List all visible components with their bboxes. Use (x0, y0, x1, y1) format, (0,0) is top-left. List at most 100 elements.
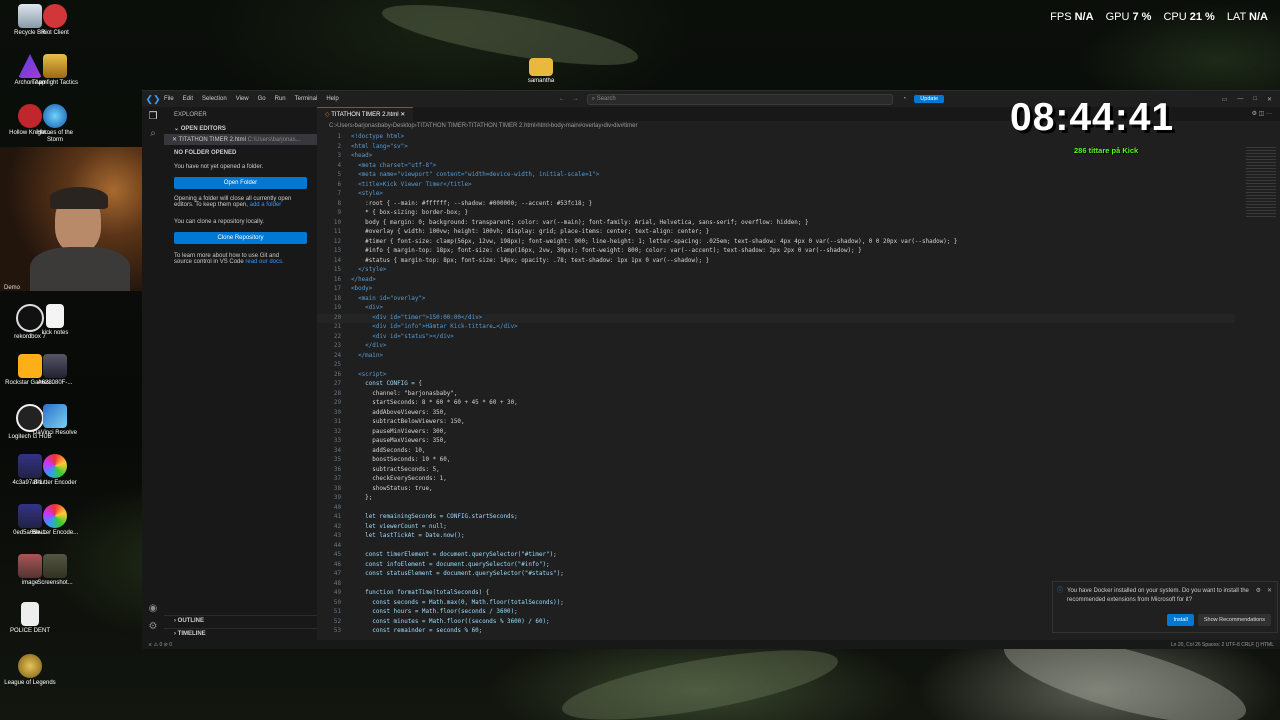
desktop-icon-riot-client[interactable]: Riot Client (29, 4, 81, 37)
editor-tab[interactable]: ◇ TITATHON TIMER 2.html ✕ (317, 107, 414, 121)
code-line[interactable]: 31 subtractBelowViewers: 150, (317, 418, 1235, 428)
code-line[interactable]: 22 <div id="status"></div> (317, 333, 1235, 343)
menu-help[interactable]: Help (326, 96, 338, 102)
search-view-icon[interactable]: ⌕ (142, 128, 164, 139)
menu-selection[interactable]: Selection (202, 96, 227, 102)
desktop-icon-police-dent[interactable]: POLICE DENT (4, 602, 56, 635)
code-line[interactable]: 19 <div> (317, 304, 1235, 314)
code-line[interactable]: 37 checkEverySeconds: 1, (317, 475, 1235, 485)
code-editor[interactable]: 1 <!doctype html> 2 <html lang="sv"> 3 <head>… (317, 133, 1235, 637)
code-line[interactable]: 43 let lastTickAt = Date.now(); (317, 532, 1235, 542)
code-line[interactable]: 33 pauseMaxViewers: 350, (317, 437, 1235, 447)
desktop-icon-screenshot[interactable]: Screenshot... (29, 554, 81, 587)
close-tab-icon[interactable]: ✕ (400, 112, 405, 118)
code-line[interactable]: 12 #timer { font-size: clamp(56px, 12vw,… (317, 238, 1235, 248)
clone-repository-button[interactable]: Clone Repository (174, 232, 307, 244)
code-line[interactable]: 17 <body> (317, 285, 1235, 295)
code-line[interactable]: 41 let remainingSeconds = CONFIG.startSe… (317, 513, 1235, 523)
explorer-icon[interactable]: ❐ (142, 111, 164, 122)
code-line[interactable]: 9 * { box-sizing: border-box; } (317, 209, 1235, 219)
desktop-icon-league[interactable]: League of Legends (4, 654, 56, 687)
code-line[interactable]: 32 pauseMinViewers: 300, (317, 428, 1235, 438)
code-line[interactable]: 26 <script> (317, 371, 1235, 381)
menu-go[interactable]: Go (258, 96, 266, 102)
breadcrumb-item[interactable]: div#timer (613, 123, 637, 129)
remote-icon[interactable]: ⨯ ⚠ 0 ⊘ 0 (148, 642, 172, 648)
desktop-icon-heroes-storm[interactable]: Heroes of the Storm (29, 104, 81, 144)
desktop-icon-davinci[interactable]: DaVinci Resolve (29, 404, 81, 437)
add-folder-link[interactable]: add a folder (250, 202, 282, 208)
notification-settings-icon[interactable]: ⚙ (1256, 587, 1261, 594)
code-line[interactable]: 11 #overlay { width: 100vw; height: 100v… (317, 228, 1235, 238)
copilot-icon[interactable]: ◔ (903, 96, 907, 102)
breadcrumb-item[interactable]: TITATHON TIMER 2.html (468, 123, 535, 129)
code-line[interactable]: 27 const CONFIG = { (317, 380, 1235, 390)
code-line[interactable]: 13 #info { margin-top: 18px; font-size: … (317, 247, 1235, 257)
code-line[interactable]: 18 <main id="overlay"> (317, 295, 1235, 305)
breadcrumb-item[interactable]: html (537, 123, 548, 129)
desktop-icon-kick-notes[interactable]: kick notes (29, 304, 81, 337)
menu-terminal[interactable]: Terminal (295, 96, 318, 102)
code-line[interactable]: 10 body { margin: 0; background: transpa… (317, 219, 1235, 229)
code-line[interactable]: 40 (317, 504, 1235, 514)
desktop-icon-tft[interactable]: Teamfight Tactics (29, 54, 81, 87)
code-line[interactable]: 21 <div id="info">Hämtar Kick-tittare…</… (317, 323, 1235, 333)
nav-back-icon[interactable]: ← (559, 96, 565, 102)
code-line[interactable]: 4 <meta charset="utf-8"> (317, 162, 1235, 172)
menu-file[interactable]: File (164, 96, 174, 102)
code-line[interactable]: 39 }; (317, 494, 1235, 504)
code-line[interactable]: 16 </head> (317, 276, 1235, 286)
code-line[interactable]: 29 startSeconds: 8 * 60 * 60 + 45 * 60 +… (317, 399, 1235, 409)
show-recommendations-button[interactable]: Show Recommendations (1197, 614, 1271, 626)
breadcrumb-item[interactable]: main#overlay (566, 123, 602, 129)
layout-toggle-icon[interactable]: ▭ (1222, 96, 1228, 103)
menu-edit[interactable]: Edit (183, 96, 193, 102)
desktop-icon-samantha[interactable]: samantha (515, 54, 567, 85)
code-line[interactable]: 15 </style> (317, 266, 1235, 276)
code-line[interactable]: 34 addSeconds: 10, (317, 447, 1235, 457)
maximize-icon[interactable]: □ (1253, 96, 1257, 103)
code-line[interactable]: 25 (317, 361, 1235, 371)
close-icon[interactable]: ✕ (172, 137, 177, 143)
breadcrumb-item[interactable]: barjonasbaby (355, 123, 391, 129)
open-editor-item[interactable]: ✕ TITATHON TIMER 2.html C:\Users\barjona… (164, 134, 317, 145)
close-icon[interactable]: ✕ (1267, 96, 1272, 103)
code-line[interactable]: 44 (317, 542, 1235, 552)
menu-view[interactable]: View (236, 96, 249, 102)
update-button[interactable]: Update (914, 95, 945, 103)
breadcrumb-item[interactable]: div (603, 123, 611, 129)
code-line[interactable]: 30 addAboveViewers: 350, (317, 409, 1235, 419)
notification-close-icon[interactable]: ✕ (1267, 587, 1272, 594)
code-line[interactable]: 42 let viewerCount = null; (317, 523, 1235, 533)
code-line[interactable]: 5 <meta name="viewport" content="width=d… (317, 171, 1235, 181)
command-center-search[interactable]: ⌕ Search (586, 93, 893, 105)
minimize-icon[interactable]: — (1237, 96, 1243, 103)
code-line[interactable]: 36 subtractSeconds: 5, (317, 466, 1235, 476)
no-folder-header[interactable]: NO FOLDER OPENED (164, 145, 317, 161)
status-right[interactable]: Ln 20, Col 26 Spaces: 2 UTF-8 CRLF {} HT… (1171, 642, 1274, 648)
code-line[interactable]: 46 const infoElement = document.querySel… (317, 561, 1235, 571)
read-docs-link[interactable]: read our docs. (245, 259, 283, 265)
install-button[interactable]: Install (1167, 614, 1194, 626)
minimap[interactable] (1246, 147, 1276, 217)
code-line[interactable]: 23 </div> (317, 342, 1235, 352)
desktop-icon-shutter-encoder[interactable]: Shutter Encoder (29, 454, 81, 487)
code-line[interactable]: 14 #status { margin-top: 8px; font-size:… (317, 257, 1235, 267)
code-line[interactable]: 38 showStatus: true, (317, 485, 1235, 495)
open-editors-header[interactable]: ⌄ OPEN EDITORS (164, 123, 317, 134)
editor-actions[interactable]: ⚙ ◫ ··· (1244, 107, 1280, 121)
outline-section[interactable]: › OUTLINE (164, 615, 317, 626)
menu-run[interactable]: Run (275, 96, 286, 102)
code-line[interactable]: 24 </main> (317, 352, 1235, 362)
breadcrumb-item[interactable]: Users (337, 123, 353, 129)
desktop-icon-shutter-encode[interactable]: Shutter Encode... (29, 504, 81, 537)
breadcrumb-item[interactable]: TITATHON TIMER (417, 123, 466, 129)
account-icon[interactable]: ◉ (142, 603, 164, 614)
desktop-icon-a628080f[interactable]: A628080F-... (29, 354, 81, 387)
open-folder-button[interactable]: Open Folder (174, 177, 307, 189)
breadcrumb-item[interactable]: Desktop (393, 123, 415, 129)
settings-gear-icon[interactable]: ⚙ (142, 621, 164, 632)
code-line[interactable]: 20 <div id="timer">150:00:00</div> (317, 313, 1235, 323)
nav-forward-icon[interactable]: → (573, 96, 579, 102)
code-line[interactable]: 28 channel: "barjonasbaby", (317, 390, 1235, 400)
